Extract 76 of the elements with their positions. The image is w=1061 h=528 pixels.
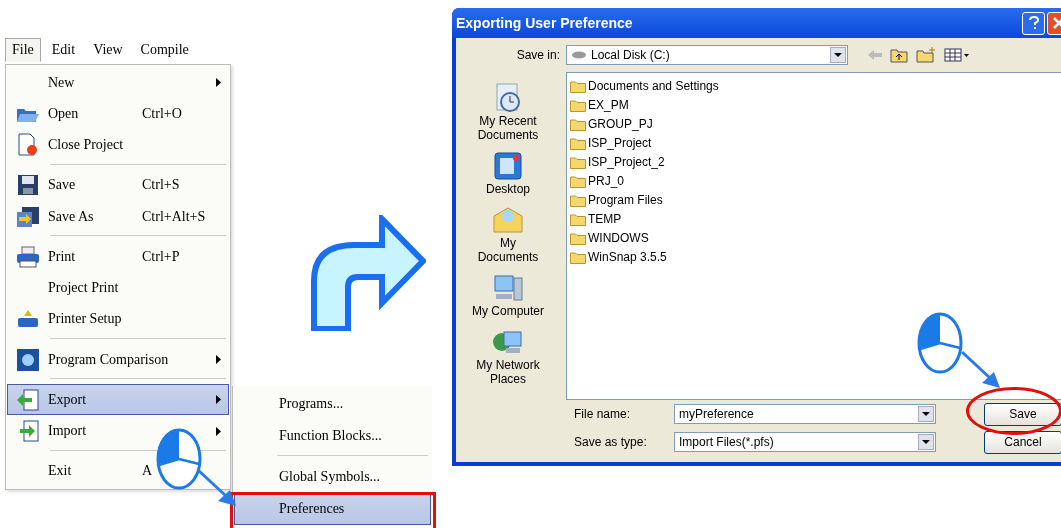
folder-item[interactable]: GROUP_PJ bbox=[570, 115, 1060, 133]
cancel-button[interactable]: Cancel bbox=[984, 430, 1061, 454]
dropdown-arrow-icon bbox=[834, 53, 842, 57]
folder-icon bbox=[570, 136, 586, 150]
curved-arrow-icon bbox=[310, 215, 426, 331]
export-icon bbox=[16, 388, 40, 411]
computer-icon bbox=[492, 272, 524, 304]
menu-item[interactable]: Printer Setup bbox=[7, 303, 229, 336]
menu-item[interactable]: Preferences bbox=[234, 493, 431, 525]
folder-item[interactable]: EX_PM bbox=[570, 96, 1060, 114]
menu-item[interactable]: Exit A bbox=[7, 455, 229, 487]
menu-item[interactable]: Open Ctrl+O bbox=[7, 98, 229, 130]
menu-item[interactable]: Save Ctrl+S bbox=[7, 169, 229, 201]
compare-icon bbox=[16, 347, 40, 372]
up-folder-icon[interactable] bbox=[890, 47, 908, 63]
field-label: Save in: bbox=[515, 48, 560, 62]
menu-bar-item[interactable]: Compile bbox=[133, 38, 196, 62]
folder-item[interactable]: ISP_Project_2 bbox=[570, 153, 1060, 171]
places-item[interactable]: My Recent Documents bbox=[468, 82, 548, 142]
menu-bar-item[interactable]: File bbox=[5, 38, 41, 62]
menu-item[interactable]: Global Symbols... bbox=[234, 461, 431, 493]
folder-icon bbox=[570, 193, 586, 207]
folder-icon bbox=[570, 98, 586, 112]
menu-item[interactable]: Project Print bbox=[7, 272, 229, 304]
menu-bar-item[interactable]: Edit bbox=[44, 38, 83, 62]
help-button[interactable] bbox=[1022, 11, 1045, 35]
places-item[interactable]: My Network Places bbox=[468, 326, 548, 386]
window-title: Exporting User Preference bbox=[456, 15, 634, 31]
dropdown-arrow-icon bbox=[922, 412, 930, 416]
mouse-icon bbox=[917, 312, 963, 374]
places-item[interactable]: My Computer bbox=[468, 272, 548, 318]
help-icon bbox=[1028, 16, 1039, 30]
menu-item[interactable]: Import bbox=[7, 415, 229, 447]
desktop-icon bbox=[492, 150, 524, 182]
places-item[interactable]: Desktop bbox=[468, 150, 548, 196]
folder-icon bbox=[570, 231, 586, 245]
printer-icon bbox=[16, 309, 40, 330]
folder-item[interactable]: Documents and Settings bbox=[570, 77, 1060, 95]
close-icon bbox=[1052, 17, 1061, 29]
menu-item[interactable]: Program Comparison bbox=[7, 344, 229, 376]
menu-item[interactable]: Function Blocks... bbox=[234, 420, 431, 452]
menu-item[interactable]: New bbox=[7, 67, 229, 99]
menu-item[interactable]: Programs... bbox=[234, 388, 431, 420]
folder-icon bbox=[570, 174, 586, 188]
new-folder-icon[interactable] bbox=[916, 47, 936, 63]
folder-icon bbox=[570, 79, 586, 93]
view-menu-icon[interactable] bbox=[944, 48, 970, 62]
save-button[interactable]: Save bbox=[984, 402, 1061, 426]
folder-icon bbox=[570, 250, 586, 264]
field-label: File name: bbox=[574, 407, 632, 421]
folder-item[interactable]: ISP_Project bbox=[570, 134, 1060, 152]
pointer-arrow bbox=[960, 350, 1002, 390]
field-label: Save as type: bbox=[574, 435, 648, 449]
document-icon bbox=[17, 133, 39, 158]
folder-icon bbox=[570, 155, 586, 169]
menu-item[interactable]: Print Ctrl+P bbox=[7, 241, 229, 273]
folder-icon bbox=[570, 117, 586, 131]
menu-item[interactable]: Close Project bbox=[7, 129, 229, 161]
location-dropdown[interactable]: Local Disk (C:) bbox=[566, 45, 848, 65]
menu-item[interactable]: Save As Ctrl+Alt+S bbox=[7, 201, 229, 233]
printer-icon bbox=[16, 245, 40, 268]
folder-item[interactable]: TEMP bbox=[570, 210, 1060, 228]
menu-item[interactable]: Export bbox=[7, 384, 229, 416]
save-as-icon bbox=[16, 205, 40, 228]
places-item[interactable]: My Documents bbox=[468, 204, 548, 264]
folder-item[interactable]: WINDOWS bbox=[570, 229, 1060, 247]
dropdown-arrow-icon bbox=[922, 440, 930, 444]
file-type-dropdown[interactable]: Import Files(*.pfs) bbox=[674, 432, 936, 452]
folder-icon bbox=[570, 212, 586, 226]
file-name-field[interactable]: myPreference bbox=[674, 404, 936, 424]
folder-item[interactable]: PRJ_0 bbox=[570, 172, 1060, 190]
menu-bar-item[interactable]: View bbox=[86, 38, 130, 62]
pointer-arrow bbox=[196, 468, 238, 508]
folder-item[interactable]: Program Files bbox=[570, 191, 1060, 209]
disk-icon bbox=[571, 51, 587, 59]
folder-item[interactable]: WinSnap 3.5.5 bbox=[570, 248, 1060, 266]
